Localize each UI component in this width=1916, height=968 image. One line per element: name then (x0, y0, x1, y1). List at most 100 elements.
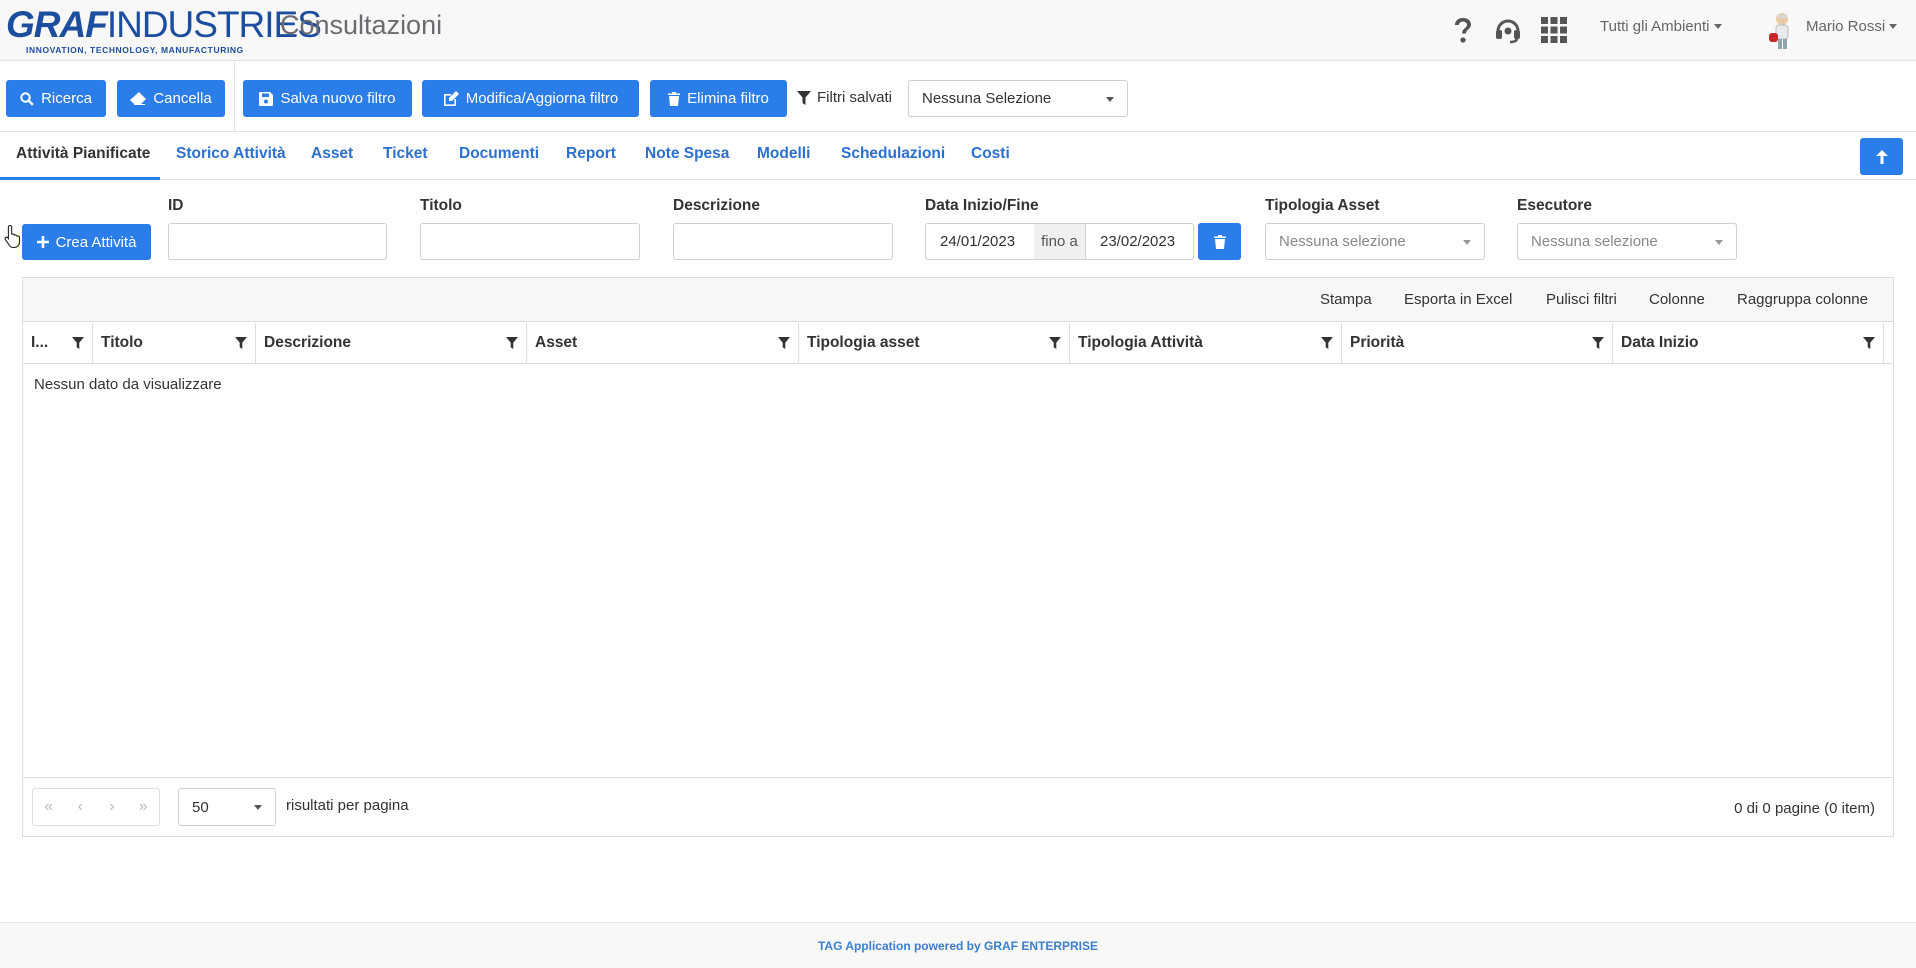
tab-storico-attivita[interactable]: Storico Attività (176, 145, 286, 163)
id-filter-input[interactable] (168, 223, 387, 260)
column-header-priorita[interactable]: Priorità (1342, 323, 1613, 364)
pager-nav: « ‹ › » (32, 788, 160, 826)
title-filter-input[interactable] (420, 223, 640, 260)
saved-filters-select[interactable]: Nessuna Selezione (908, 80, 1128, 117)
filter-icon[interactable] (1049, 337, 1061, 349)
logo-tagline: INNOVATION, TECHNOLOGY, MANUFACTURING (26, 45, 244, 55)
filter-icon[interactable] (1863, 337, 1875, 349)
asset-type-filter-label: Tipologia Asset (1265, 197, 1380, 214)
trash-icon (1213, 234, 1226, 249)
avatar[interactable] (1765, 11, 1797, 51)
delete-filter-button[interactable]: Elimina filtro (650, 80, 787, 117)
save-new-filter-button[interactable]: Salva nuovo filtro (243, 80, 412, 117)
user-menu[interactable]: Mario Rossi (1806, 18, 1898, 35)
clear-button[interactable]: Cancella (117, 80, 225, 117)
active-tab-indicator (0, 177, 160, 180)
column-header-tipologia-attivita[interactable]: Tipologia Attività (1070, 323, 1342, 364)
apps-grid-icon[interactable] (1537, 13, 1571, 47)
date-from-input[interactable]: 24/01/2023 (925, 223, 1035, 260)
help-icon[interactable] (1446, 13, 1480, 47)
executor-filter-label: Esecutore (1517, 197, 1592, 214)
save-filter-label: Salva nuovo filtro (280, 90, 396, 107)
chevron-down-icon (1715, 239, 1723, 245)
chevron-down-icon (1463, 239, 1471, 245)
tab-modelli[interactable]: Modelli (757, 145, 810, 163)
tab-asset[interactable]: Asset (311, 145, 353, 163)
filter-icon[interactable] (506, 337, 518, 349)
tab-ticket[interactable]: Ticket (383, 145, 428, 163)
logo-bold-text: GRAF (6, 4, 108, 45)
filter-icon[interactable] (72, 337, 84, 349)
description-filter-input[interactable] (673, 223, 893, 260)
column-title: Tipologia Attività (1078, 334, 1203, 351)
tab-documenti[interactable]: Documenti (459, 145, 539, 163)
columns-button[interactable]: Colonne (1649, 291, 1705, 308)
column-title: Descrizione (264, 334, 352, 351)
date-from-value: 24/01/2023 (940, 233, 1016, 250)
filter-toolbar: Ricerca Cancella Salva nuovo filtro Modi… (0, 62, 1916, 132)
column-header-data-inizio[interactable]: Data Inizio (1613, 323, 1884, 364)
filter-icon[interactable] (235, 337, 247, 349)
eraser-icon (130, 92, 147, 105)
tab-bar: Attività Pianificate Storico Attività As… (0, 133, 1916, 180)
footer-text: TAG Application powered by GRAF ENTERPRI… (817, 938, 1099, 953)
date-to-input[interactable]: 23/02/2023 (1085, 223, 1194, 260)
create-activity-button[interactable]: Crea Attività (22, 224, 151, 260)
asset-type-select[interactable]: Nessuna selezione (1265, 223, 1485, 260)
column-header-id[interactable]: I... (23, 323, 93, 364)
filter-icon[interactable] (1592, 337, 1604, 349)
support-headset-icon[interactable] (1491, 13, 1525, 47)
tab-schedulazioni[interactable]: Schedulazioni (841, 145, 945, 163)
user-name: Mario Rossi (1806, 18, 1886, 35)
edit-filter-button[interactable]: Modifica/Aggiorna filtro (422, 80, 639, 117)
tab-note-spesa[interactable]: Note Spesa (645, 145, 729, 163)
executor-value: Nessuna selezione (1531, 233, 1658, 250)
print-button[interactable]: Stampa (1320, 291, 1372, 308)
tab-costi[interactable]: Costi (971, 145, 1010, 163)
last-page-icon[interactable]: » (128, 789, 160, 825)
date-range-separator: fino a (1034, 223, 1085, 260)
arrow-up-icon (1875, 149, 1888, 164)
clear-filters-button[interactable]: Pulisci filtri (1546, 291, 1617, 308)
tab-attivita-pianificate[interactable]: Attività Pianificate (16, 145, 150, 163)
first-page-icon[interactable]: « (33, 789, 65, 825)
saved-filters-text: Filtri salvati (817, 89, 893, 106)
scroll-top-button[interactable] (1860, 138, 1903, 175)
next-page-icon[interactable]: › (96, 789, 128, 825)
column-header-titolo[interactable]: Titolo (93, 323, 256, 364)
group-columns-button[interactable]: Raggruppa colonne (1737, 291, 1868, 308)
search-button-label: Ricerca (41, 90, 92, 107)
environments-dropdown[interactable]: Tutti gli Ambienti (1600, 18, 1722, 35)
date-to-value: 23/02/2023 (1100, 233, 1176, 250)
clear-button-label: Cancella (153, 90, 212, 107)
toolbar-divider (234, 62, 235, 132)
environments-label: Tutti gli Ambienti (1600, 18, 1710, 35)
prev-page-icon[interactable]: ‹ (65, 789, 97, 825)
graf-industries-logo[interactable]: GRAFINDUSTRIES INNOVATION, TECHNOLOGY, M… (6, 4, 322, 56)
column-header-asset[interactable]: Asset (527, 323, 799, 364)
page-size-select[interactable]: 50 (178, 788, 276, 826)
column-header-tipologia-asset[interactable]: Tipologia asset (799, 323, 1070, 364)
column-title: I... (31, 334, 49, 351)
filter-icon[interactable] (1321, 337, 1333, 349)
title-filter-label: Titolo (420, 197, 462, 214)
app-footer: TAG Application powered by GRAF ENTERPRI… (0, 922, 1916, 968)
column-title: Data Inizio (1621, 334, 1699, 351)
date-range-label: Data Inizio/Fine (925, 197, 1039, 214)
search-button[interactable]: Ricerca (6, 80, 106, 117)
plus-icon (36, 236, 49, 248)
executor-select[interactable]: Nessuna selezione (1517, 223, 1737, 260)
column-title: Tipologia asset (807, 334, 920, 351)
tab-report[interactable]: Report (566, 145, 616, 163)
create-activity-label: Crea Attività (55, 233, 137, 251)
page-info: 0 di 0 pagine (0 item) (1734, 800, 1875, 817)
filter-icon[interactable] (778, 337, 790, 349)
per-page-label: risultati per pagina (286, 797, 409, 814)
export-excel-button[interactable]: Esporta in Excel (1404, 291, 1512, 308)
clear-dates-button[interactable] (1198, 223, 1241, 260)
id-filter-label: ID (168, 197, 184, 214)
grid-toolbar: Stampa Esporta in Excel Pulisci filtri C… (23, 278, 1893, 322)
column-header-descrizione[interactable]: Descrizione (256, 323, 527, 364)
column-title: Asset (535, 334, 578, 351)
chevron-down-icon (254, 805, 262, 810)
